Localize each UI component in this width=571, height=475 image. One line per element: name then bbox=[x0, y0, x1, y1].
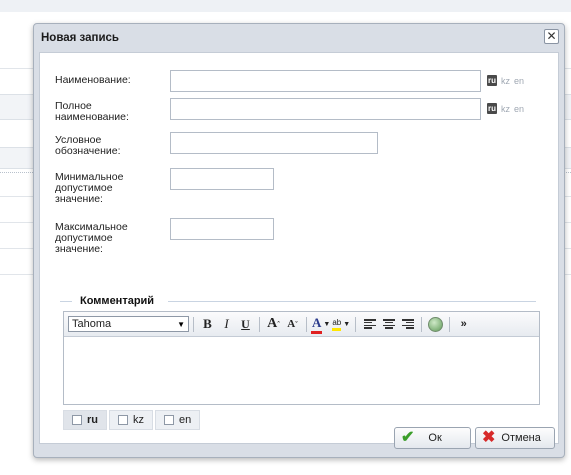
chevron-down-icon: ▼ bbox=[323, 320, 331, 328]
max-value-label: Максимальное допустимое значение: bbox=[55, 222, 128, 255]
close-icon[interactable]: ✕ bbox=[544, 29, 559, 44]
decrease-font-icon: A bbox=[287, 318, 296, 330]
comment-legend: Комментарий bbox=[76, 295, 159, 307]
bold-button[interactable]: B bbox=[199, 315, 216, 333]
ok-button[interactable]: ✔ Ок bbox=[394, 427, 471, 449]
up-caret-icon: ˆ bbox=[277, 319, 280, 329]
source-icon bbox=[428, 316, 444, 332]
tab-ru[interactable]: ru bbox=[63, 410, 107, 430]
tab-kz[interactable]: kz bbox=[109, 410, 153, 430]
toolbar-separator bbox=[355, 316, 357, 332]
min-value-label-line: значение: bbox=[55, 193, 103, 205]
full-name-language-switch: ru kz en bbox=[487, 103, 524, 114]
chevron-down-icon: ▼ bbox=[343, 320, 351, 328]
max-value-input[interactable] bbox=[170, 218, 274, 240]
font-family-value: Tahoma bbox=[72, 318, 112, 330]
decrease-font-button[interactable]: Aˇ bbox=[284, 315, 301, 333]
name-label: Наименование: bbox=[55, 74, 131, 86]
font-color-icon: A bbox=[310, 315, 323, 334]
dialog-title: Новая запись bbox=[41, 32, 119, 44]
align-center-icon bbox=[382, 319, 395, 329]
align-center-button[interactable] bbox=[380, 315, 397, 333]
align-left-icon bbox=[363, 319, 376, 329]
checkmark-icon: ✔ bbox=[401, 429, 415, 446]
name-language-switch: ru kz en bbox=[487, 75, 524, 86]
lang-kz-link[interactable]: kz bbox=[501, 104, 510, 114]
increase-font-icon: A bbox=[267, 316, 278, 331]
full-name-label-line: наименование: bbox=[55, 111, 129, 123]
align-left-button[interactable] bbox=[361, 315, 378, 333]
toolbar-separator bbox=[259, 316, 260, 332]
font-family-select[interactable]: Tahoma ▼ bbox=[68, 316, 189, 332]
min-value-input[interactable] bbox=[170, 168, 274, 190]
toolbar-separator bbox=[421, 316, 423, 332]
more-tools-button[interactable]: » bbox=[455, 315, 472, 333]
short-name-input[interactable] bbox=[170, 132, 378, 154]
increase-font-button[interactable]: Aˆ bbox=[265, 315, 282, 333]
min-value-label: Минимальное допустимое значение: bbox=[55, 172, 123, 205]
highlight-color-button[interactable]: ab ▼ bbox=[332, 315, 350, 333]
cancel-x-icon: ✖ bbox=[482, 429, 496, 446]
max-value-label-line: значение: bbox=[55, 243, 103, 255]
toolbar-separator bbox=[306, 316, 307, 332]
lang-en-link[interactable]: en bbox=[514, 104, 524, 114]
cancel-button-label: Отмена bbox=[501, 432, 541, 444]
full-name-input[interactable] bbox=[170, 98, 481, 120]
down-caret-icon: ˇ bbox=[295, 319, 298, 329]
dialog-body: Наименование: ru kz en Полное наименован… bbox=[39, 52, 559, 444]
toolbar-separator bbox=[449, 316, 451, 332]
cancel-button[interactable]: ✖ Отмена bbox=[475, 427, 555, 449]
ok-button-label: Ок bbox=[428, 432, 442, 444]
highlight-icon: ab bbox=[332, 318, 341, 331]
short-name-label-line: обозначение: bbox=[55, 145, 121, 157]
name-input[interactable] bbox=[170, 70, 481, 92]
italic-button[interactable]: I bbox=[218, 315, 235, 333]
lang-ru-badge[interactable]: ru bbox=[487, 103, 497, 114]
new-record-dialog: Новая запись ✕ Наименование: ru kz en По… bbox=[33, 23, 565, 458]
align-right-icon bbox=[401, 319, 414, 329]
chevron-down-icon: ▼ bbox=[177, 319, 185, 329]
tab-label: ru bbox=[87, 414, 98, 426]
comment-editor: Tahoma ▼ B I U Aˆ Aˇ A ▼ ab ▼ » bbox=[63, 311, 540, 405]
checkbox-icon bbox=[72, 415, 82, 425]
checkbox-icon bbox=[118, 415, 128, 425]
underline-button[interactable]: U bbox=[237, 315, 254, 333]
checkbox-icon bbox=[164, 415, 174, 425]
toolbar-separator bbox=[193, 316, 194, 332]
lang-ru-badge[interactable]: ru bbox=[487, 75, 497, 86]
full-name-label: Полное наименование: bbox=[55, 101, 129, 123]
comment-fieldset-border bbox=[168, 301, 536, 302]
short-name-label: Условное обозначение: bbox=[55, 135, 121, 157]
lang-en-link[interactable]: en bbox=[514, 76, 524, 86]
editor-toolbar: Tahoma ▼ B I U Aˆ Aˇ A ▼ ab ▼ » bbox=[64, 312, 539, 337]
comment-language-tabs: ru kz en bbox=[63, 410, 201, 430]
font-color-button[interactable]: A ▼ bbox=[310, 315, 331, 334]
source-edit-button[interactable] bbox=[427, 315, 444, 333]
tab-label: kz bbox=[133, 414, 144, 426]
lang-kz-link[interactable]: kz bbox=[501, 76, 510, 86]
comment-fieldset-border bbox=[60, 301, 72, 302]
tab-label: en bbox=[179, 414, 192, 426]
align-right-button[interactable] bbox=[399, 315, 416, 333]
background-header-strip bbox=[0, 0, 571, 12]
tab-en[interactable]: en bbox=[155, 410, 201, 430]
